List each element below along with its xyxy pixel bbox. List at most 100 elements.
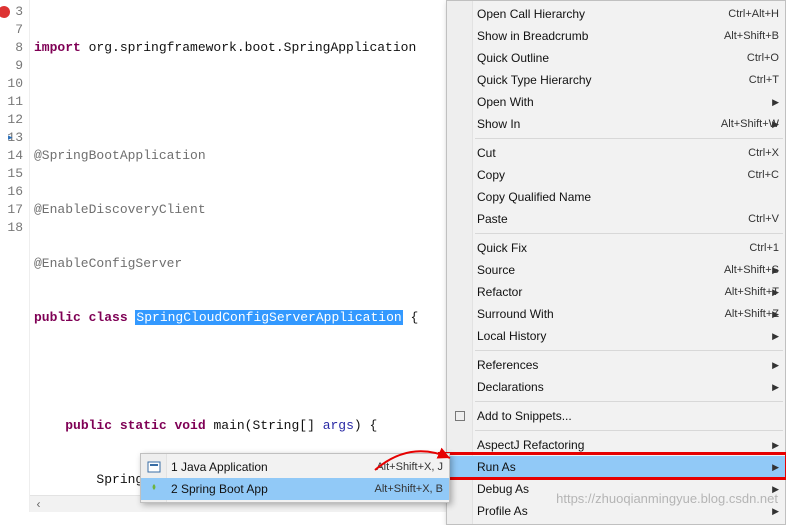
line-number: 17 <box>0 201 23 219</box>
submenu-arrow-icon: ▶ <box>772 382 779 393</box>
menu-label: Open Call Hierarchy <box>477 7 728 21</box>
menu-separator <box>475 430 783 431</box>
code-text: org.springframework.boot.SpringApplicati… <box>81 40 416 55</box>
line-number: 13 <box>0 129 23 147</box>
keyword: static <box>112 418 174 433</box>
menu-item-quick-outline[interactable]: Quick OutlineCtrl+O <box>447 47 785 69</box>
menu-label: Quick Outline <box>477 51 747 65</box>
menu-item-refactor[interactable]: RefactorAlt+Shift+T▶ <box>447 281 785 303</box>
menu-item-copy[interactable]: CopyCtrl+C <box>447 164 785 186</box>
menu-label: Run As <box>477 460 779 474</box>
menu-item-run-as[interactable]: Run As▶ <box>447 456 785 478</box>
line-number: 18 <box>0 219 23 237</box>
spring-icon <box>146 481 162 497</box>
submenu-item-spring-boot-app[interactable]: 2 Spring Boot AppAlt+Shift+X, B <box>141 478 449 500</box>
menu-shortcut: Ctrl+X <box>748 147 779 159</box>
menu-item-references[interactable]: References▶ <box>447 354 785 376</box>
code-text: ) { <box>354 418 377 433</box>
submenu-arrow-icon: ▶ <box>772 440 779 451</box>
submenu-arrow-icon: ▶ <box>772 462 779 473</box>
menu-label: AspectJ Refactoring <box>477 438 779 452</box>
menu-shortcut: Alt+Shift+X, B <box>375 483 443 495</box>
menu-item-aspectj-refactoring[interactable]: AspectJ Refactoring▶ <box>447 434 785 456</box>
submenu-arrow-icon: ▶ <box>772 360 779 371</box>
line-number: 14 <box>0 147 23 165</box>
menu-label: Local History <box>477 329 779 343</box>
menu-shortcut: Alt+Shift+S <box>724 264 779 276</box>
submenu-item-java-application[interactable]: 1 Java ApplicationAlt+Shift+X, J <box>141 456 449 478</box>
menu-label: Open With <box>477 95 779 109</box>
line-number: 7 <box>0 21 23 39</box>
menu-label: References <box>477 358 779 372</box>
snippet-icon <box>452 408 468 424</box>
submenu-arrow-icon: ▶ <box>772 331 779 342</box>
menu-item-surround-with[interactable]: Surround WithAlt+Shift+Z▶ <box>447 303 785 325</box>
menu-separator <box>475 401 783 402</box>
menu-item-open-call-hierarchy[interactable]: Open Call HierarchyCtrl+Alt+H <box>447 3 785 25</box>
class-name-selected[interactable]: SpringCloudConfigServerApplication <box>135 310 402 325</box>
menu-separator <box>475 350 783 351</box>
menu-label: Copy <box>477 168 748 182</box>
menu-label: Paste <box>477 212 748 226</box>
submenu-arrow-icon: ▶ <box>772 287 779 298</box>
line-number: 16 <box>0 183 23 201</box>
menu-label: Surround With <box>477 307 725 321</box>
menu-shortcut: Alt+Shift+T <box>725 286 779 298</box>
menu-shortcut: Alt+Shift+B <box>724 30 779 42</box>
menu-item-cut[interactable]: CutCtrl+X <box>447 142 785 164</box>
menu-item-copy-qualified-name[interactable]: Copy Qualified Name <box>447 186 785 208</box>
line-number: 9 <box>0 57 23 75</box>
menu-separator <box>475 138 783 139</box>
menu-label: Declarations <box>477 380 779 394</box>
menu-shortcut: Ctrl+O <box>747 52 779 64</box>
menu-item-open-with[interactable]: Open With▶ <box>447 91 785 113</box>
menu-label: Source <box>477 263 724 277</box>
menu-shortcut: Ctrl+C <box>748 169 779 181</box>
submenu-arrow-icon: ▶ <box>772 97 779 108</box>
menu-shortcut: Ctrl+T <box>749 74 779 86</box>
code-text: main(String[] <box>206 418 323 433</box>
menu-item-show-in-breadcrumb[interactable]: Show in BreadcrumbAlt+Shift+B <box>447 25 785 47</box>
menu-item-quick-fix[interactable]: Quick FixCtrl+1 <box>447 237 785 259</box>
menu-label: Quick Type Hierarchy <box>477 73 749 87</box>
submenu-arrow-icon: ▶ <box>772 265 779 276</box>
menu-item-show-in[interactable]: Show InAlt+Shift+W▶ <box>447 113 785 135</box>
line-number: 10 <box>0 75 23 93</box>
menu-shortcut: Ctrl+Alt+H <box>728 8 779 20</box>
code-text: { <box>403 310 419 325</box>
menu-label: Add to Snippets... <box>477 409 779 423</box>
menu-label: Quick Fix <box>477 241 749 255</box>
menu-label: Cut <box>477 146 748 160</box>
line-number: 12 <box>0 111 23 129</box>
submenu-arrow-icon: ▶ <box>772 506 779 517</box>
menu-label: 2 Spring Boot App <box>171 482 375 496</box>
menu-label: Show in Breadcrumb <box>477 29 724 43</box>
menu-shortcut: Alt+Shift+W <box>721 118 779 130</box>
keyword: void <box>174 418 205 433</box>
menu-label: Refactor <box>477 285 725 299</box>
keyword: public <box>65 418 112 433</box>
menu-item-quick-type-hierarchy[interactable]: Quick Type HierarchyCtrl+T <box>447 69 785 91</box>
menu-shortcut: Alt+Shift+X, J <box>376 461 443 473</box>
menu-item-local-history[interactable]: Local History▶ <box>447 325 785 347</box>
line-number: 11 <box>0 93 23 111</box>
keyword: import <box>34 40 81 55</box>
watermark: https://zhuoqianmingyue.blog.csdn.net <box>556 491 778 506</box>
menu-item-declarations[interactable]: Declarations▶ <box>447 376 785 398</box>
menu-label: Profile As <box>477 504 779 518</box>
line-number: 3 <box>0 3 23 21</box>
menu-label: 1 Java Application <box>171 460 376 474</box>
menu-label: Copy Qualified Name <box>477 190 779 204</box>
line-number: 15 <box>0 165 23 183</box>
java-icon <box>146 459 162 475</box>
context-menu: Open Call HierarchyCtrl+Alt+HShow in Bre… <box>446 0 786 525</box>
line-number-gutter: 3 7 8 9 10 11 12 13 14 15 16 17 18 <box>0 0 30 512</box>
scroll-left-arrow[interactable]: ‹ <box>30 496 47 511</box>
menu-shortcut: Alt+Shift+Z <box>725 308 779 320</box>
keyword: public <box>34 310 81 325</box>
menu-separator <box>475 233 783 234</box>
param: args <box>323 418 354 433</box>
menu-item-paste[interactable]: PasteCtrl+V <box>447 208 785 230</box>
menu-item-source[interactable]: SourceAlt+Shift+S▶ <box>447 259 785 281</box>
menu-item-add-to-snippets[interactable]: Add to Snippets... <box>447 405 785 427</box>
